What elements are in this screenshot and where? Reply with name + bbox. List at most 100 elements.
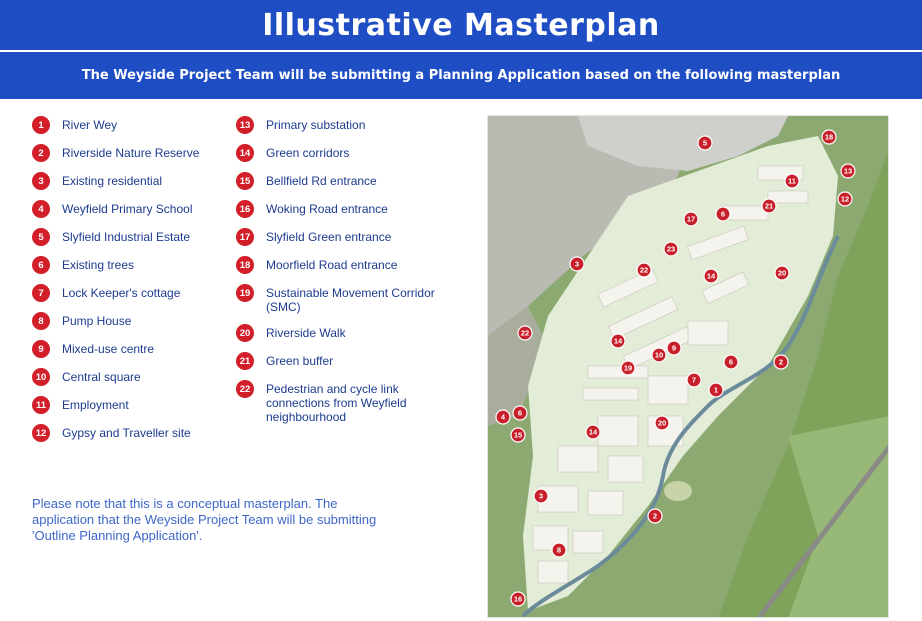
- map-marker: 4: [495, 409, 511, 425]
- legend-label: Lock Keeper's cottage: [62, 286, 181, 300]
- legend-item: 14 Green corridors: [236, 144, 456, 162]
- legend-label: Mixed-use centre: [62, 342, 155, 356]
- map-marker-label: 8: [557, 546, 561, 555]
- legend-item: 17 Slyfield Green entrance: [236, 228, 456, 246]
- map-marker: 19: [620, 360, 636, 376]
- map-marker-label: 14: [589, 428, 598, 437]
- map-marker-label: 2: [653, 512, 657, 521]
- map-marker-label: 6: [729, 358, 733, 367]
- map-marker-label: 1: [714, 386, 718, 395]
- map-marker: 15: [510, 427, 526, 443]
- map-marker-label: 5: [703, 139, 707, 148]
- legend-item: 10 Central square: [32, 368, 232, 386]
- map-marker: 23: [663, 241, 679, 257]
- map-marker-label: 18: [825, 133, 833, 142]
- legend-item: 21 Green buffer: [236, 352, 456, 370]
- number-badge: 16: [236, 200, 254, 218]
- map-marker: 11: [784, 173, 800, 189]
- number-badge: 11: [32, 396, 50, 414]
- number-badge: 9: [32, 340, 50, 358]
- map-marker: 22: [517, 325, 533, 341]
- map-marker-label: 2: [779, 358, 783, 367]
- legend-label: Pump House: [62, 314, 132, 328]
- map-marker-label: 20: [778, 269, 786, 278]
- number-badge: 14: [236, 144, 254, 162]
- map-marker: 16: [510, 591, 526, 607]
- number-badge: 2: [32, 144, 50, 162]
- legend-label: Gypsy and Traveller site: [62, 426, 191, 440]
- legend-label: Pedestrian and cycle link connections fr…: [266, 382, 407, 424]
- legend-item: 11 Employment: [32, 396, 232, 414]
- map-marker: 18: [821, 129, 837, 145]
- pond: [664, 481, 692, 501]
- legend-label: Weyfield Primary School: [62, 202, 193, 216]
- map-marker-label: 3: [539, 492, 543, 501]
- legend-label: Slyfield Green entrance: [266, 230, 392, 244]
- number-badge: 10: [32, 368, 50, 386]
- map-marker-label: 12: [841, 195, 849, 204]
- legend-item: 13 Primary substation: [236, 116, 456, 134]
- legend-label: Central square: [62, 370, 141, 384]
- legend-label: Bellfield Rd entrance: [266, 174, 377, 188]
- map-marker-label: 21: [765, 202, 773, 211]
- legend-item: 7 Lock Keeper's cottage: [32, 284, 232, 302]
- legend-item: 22 Pedestrian and cycle link connections …: [236, 380, 456, 424]
- conceptual-note: Please note that this is a conceptual ma…: [32, 496, 377, 543]
- legend-label: Primary substation: [266, 118, 366, 132]
- legend-item: 18 Moorfield Road entrance: [236, 256, 456, 274]
- page-title: Illustrative Masterplan: [262, 7, 660, 43]
- subtitle-bar: The Weyside Project Team will be submitt…: [0, 50, 922, 99]
- legend-label: Riverside Walk: [266, 326, 346, 340]
- legend-label: Existing trees: [62, 258, 135, 272]
- number-badge: 15: [236, 172, 254, 190]
- map-marker: 6: [512, 405, 528, 421]
- number-badge: 20: [236, 324, 254, 342]
- map-marker: 2: [773, 354, 789, 370]
- number-badge: 13: [236, 116, 254, 134]
- map-marker: 14: [610, 333, 626, 349]
- legend-column-1: 1 River Wey 2 Riverside Nature Reserve 3 Ex…: [32, 116, 232, 452]
- number-badge: 18: [236, 256, 254, 274]
- map-marker: 20: [654, 415, 670, 431]
- legend-item: 2 Riverside Nature Reserve: [32, 144, 232, 162]
- map-marker-label: 22: [521, 329, 529, 338]
- number-badge: 8: [32, 312, 50, 330]
- legend-item: 16 Woking Road entrance: [236, 200, 456, 218]
- map-marker: 8: [551, 542, 567, 558]
- number-badge: 5: [32, 228, 50, 246]
- map-marker-label: 9: [672, 344, 676, 353]
- map-marker-label: 7: [692, 376, 696, 385]
- number-badge: 17: [236, 228, 254, 246]
- number-badge: 19: [236, 284, 254, 302]
- number-badge: 22: [236, 380, 254, 398]
- map-marker-label: 3: [575, 260, 579, 269]
- masterplan-map-image: 18 5 13 11 12 21 6 17 20 23 14 22 3 22 1…: [488, 116, 888, 617]
- map-marker-label: 17: [687, 215, 695, 224]
- legend-item: 6 Existing trees: [32, 256, 232, 274]
- map-marker: 3: [533, 488, 549, 504]
- legend-item: 9 Mixed-use centre: [32, 340, 232, 358]
- map-marker: 9: [666, 340, 682, 356]
- number-badge: 1: [32, 116, 50, 134]
- legend-item: 19 Sustainable Movement Corridor (SMC): [236, 284, 456, 314]
- map-marker-label: 6: [721, 210, 725, 219]
- map-marker: 17: [683, 211, 699, 227]
- legend-label: Woking Road entrance: [266, 202, 388, 216]
- legend-label: Sustainable Movement Corridor (SMC): [266, 286, 435, 314]
- legend-item: 8 Pump House: [32, 312, 232, 330]
- map-marker: 20: [774, 265, 790, 281]
- title-bar: Illustrative Masterplan: [0, 0, 922, 50]
- legend-item: 1 River Wey: [32, 116, 232, 134]
- map-marker-label: 11: [788, 177, 796, 186]
- map-marker: 12: [837, 191, 853, 207]
- masterplan-map: 18 5 13 11 12 21 6 17 20 23 14 22 3 22 1…: [487, 115, 889, 618]
- map-marker: 14: [585, 424, 601, 440]
- legend-item: 12 Gypsy and Traveller site: [32, 424, 232, 442]
- legend-label: Riverside Nature Reserve: [62, 146, 200, 160]
- legend-item: 4 Weyfield Primary School: [32, 200, 232, 218]
- map-marker: 22: [636, 262, 652, 278]
- map-marker: 3: [569, 256, 585, 272]
- map-marker: 21: [761, 198, 777, 214]
- number-badge: 7: [32, 284, 50, 302]
- map-marker: 10: [651, 347, 667, 363]
